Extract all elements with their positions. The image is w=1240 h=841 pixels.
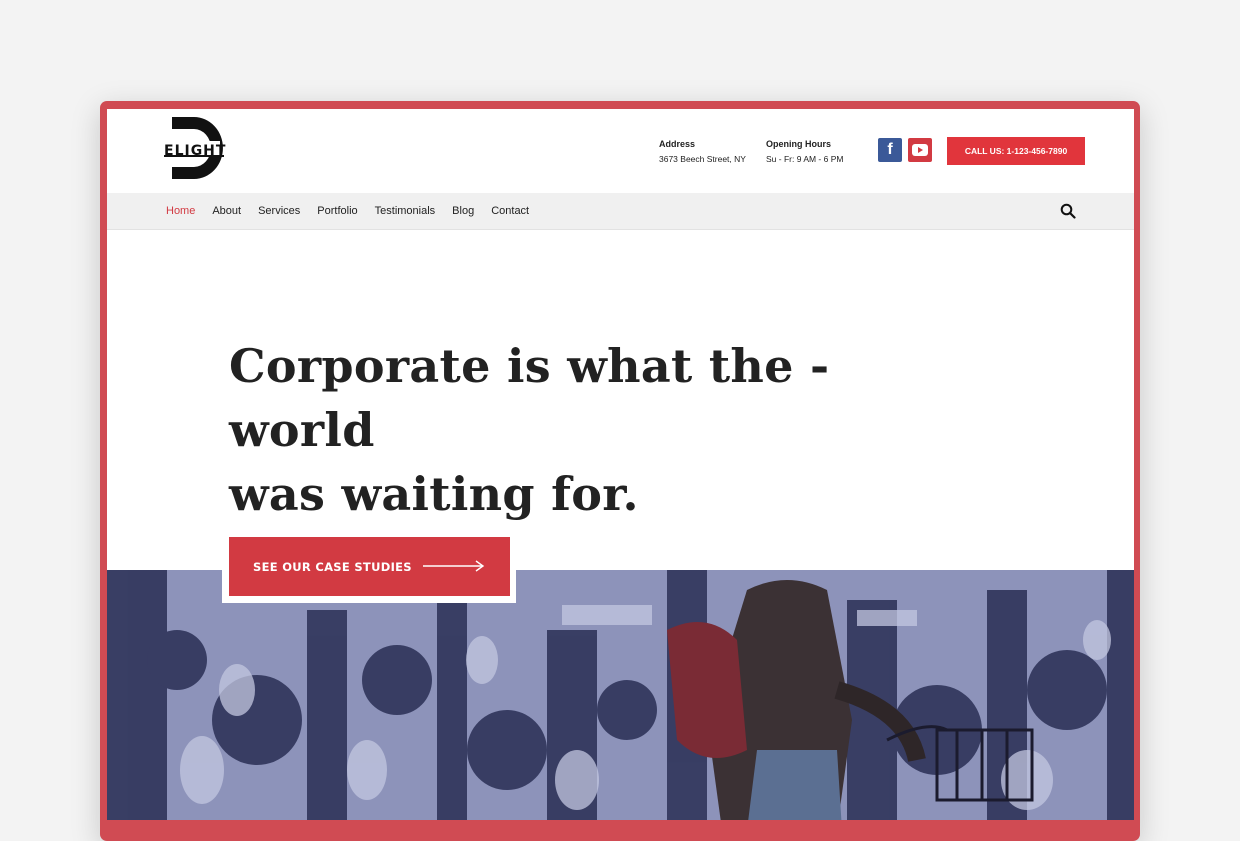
youtube-icon xyxy=(912,144,928,156)
address-title: Address xyxy=(659,139,696,149)
arrow-right-icon xyxy=(423,560,485,572)
hero-image xyxy=(107,570,1134,820)
address-block: Address 3673 Beech Street, NY xyxy=(659,137,746,167)
nav-item-about[interactable]: About xyxy=(212,205,241,217)
facebook-icon: f xyxy=(887,141,893,158)
nav-item-testimonials[interactable]: Testimonials xyxy=(375,205,436,217)
nav-item-contact[interactable]: Contact xyxy=(491,205,529,217)
cta-container: SEE OUR CASE STUDIES xyxy=(222,533,516,603)
logo-text: ELIGHT xyxy=(164,143,227,159)
youtube-button[interactable] xyxy=(908,138,932,162)
street-mural-illustration xyxy=(107,570,1134,820)
opening-hours-value: Su - Fr: 9 AM - 6 PM xyxy=(766,154,844,164)
nav-item-services[interactable]: Services xyxy=(258,205,300,217)
nav-item-home[interactable]: Home xyxy=(166,205,195,217)
hero-headline: Corporate is what the - world was waitin… xyxy=(229,334,989,526)
see-case-studies-button[interactable]: SEE OUR CASE STUDIES xyxy=(229,537,510,596)
nav-item-blog[interactable]: Blog xyxy=(452,205,474,217)
nav-item-portfolio[interactable]: Portfolio xyxy=(317,205,357,217)
opening-hours-title: Opening Hours xyxy=(766,139,831,149)
call-us-button[interactable]: CALL US: 1-123-456-7890 xyxy=(947,137,1085,165)
opening-hours-block: Opening Hours Su - Fr: 9 AM - 6 PM xyxy=(766,137,843,167)
website: ELIGHT Address 3673 Beech Street, NY Ope… xyxy=(107,109,1134,820)
main-nav: Home About Services Portfolio Testimonia… xyxy=(107,193,1134,230)
logo[interactable]: ELIGHT xyxy=(164,115,228,181)
hero-headline-line-1: Corporate is what the - world xyxy=(229,339,830,457)
cta-label: SEE OUR CASE STUDIES xyxy=(253,559,412,574)
search-icon[interactable] xyxy=(1060,203,1076,219)
facebook-button[interactable]: f xyxy=(878,138,902,162)
hero-headline-line-2: was waiting for. xyxy=(229,467,639,521)
address-value: 3673 Beech Street, NY xyxy=(659,154,746,164)
